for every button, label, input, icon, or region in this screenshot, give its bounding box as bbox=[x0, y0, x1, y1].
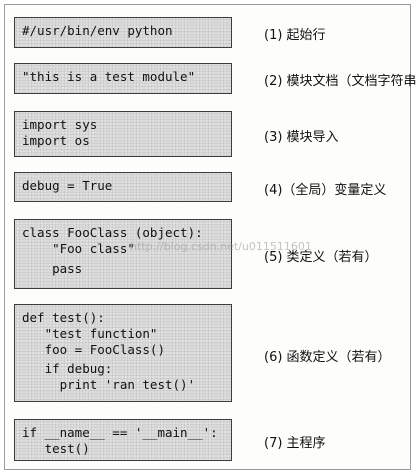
code-line: "Foo class" bbox=[22, 241, 135, 256]
code-line: def test(): bbox=[22, 310, 105, 325]
code-line: test() bbox=[22, 441, 90, 456]
label-class-definition: (5) 类定义（若有） bbox=[264, 250, 378, 265]
label-function-definition: (6) 函数定义（若有） bbox=[264, 350, 391, 365]
code-line: if __name__ == '__main__': bbox=[22, 425, 218, 440]
code-block-startup-line: #/usr/bin/env python bbox=[14, 17, 232, 48]
code-line: import sys bbox=[22, 117, 98, 132]
label-main-program: (7) 主程序 bbox=[264, 436, 326, 451]
code-line: import os bbox=[22, 133, 90, 148]
code-block-module-doc: "this is a test module" bbox=[14, 63, 232, 94]
code-block-global-variable: debug = True bbox=[14, 172, 232, 202]
code-line: debug = True bbox=[22, 178, 113, 193]
label-global-variable: (4)（全局）变量定义 bbox=[264, 183, 387, 198]
label-module-doc: (2) 模块文档（文档字符串） bbox=[264, 74, 417, 89]
code-line: if debug: bbox=[22, 361, 113, 376]
code-block-main-program: if __name__ == '__main__': test() bbox=[14, 419, 232, 461]
label-startup-line: (1) 起始行 bbox=[264, 28, 326, 43]
code-line: print 'ran test()' bbox=[22, 377, 196, 392]
code-line: "this is a test module" bbox=[22, 69, 196, 84]
code-block-function-definition: def test(): "test function" foo = FooCla… bbox=[14, 304, 232, 402]
code-block-module-import: import sys import os bbox=[14, 111, 232, 157]
code-line: class FooClass (object): bbox=[22, 225, 203, 240]
code-line: foo = FooClass() bbox=[22, 342, 165, 357]
label-module-import: (3) 模块导入 bbox=[264, 130, 339, 145]
code-block-class-definition: class FooClass (object): "Foo class" pas… bbox=[14, 219, 232, 289]
code-line: "test function" bbox=[22, 326, 158, 341]
code-line: pass bbox=[22, 261, 83, 276]
code-line: #/usr/bin/env python bbox=[22, 23, 173, 38]
